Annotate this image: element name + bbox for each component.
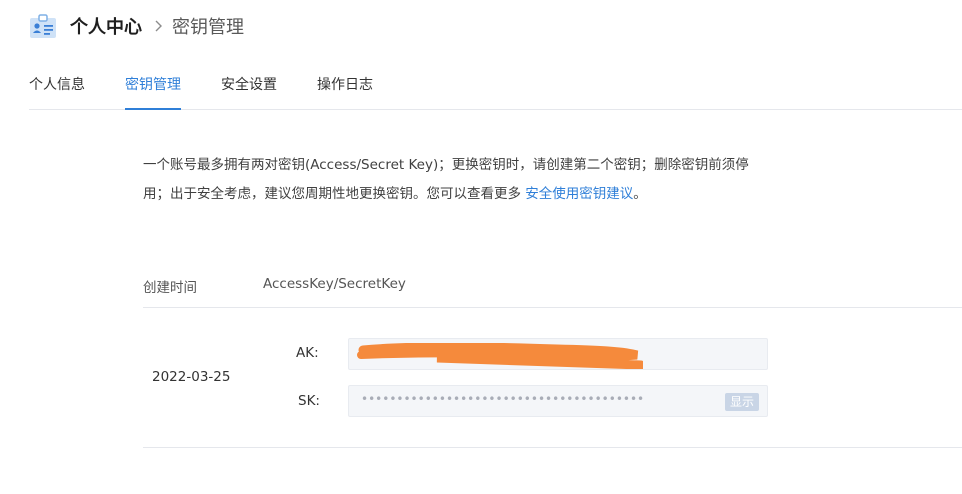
redaction-scribble (357, 343, 643, 369)
secret-key-field[interactable]: ••••••••••••••••••••••••••••••••••••••••… (348, 385, 768, 417)
access-key-field[interactable]: Sh NUTYk E (348, 338, 768, 370)
tab-security-settings[interactable]: 安全设置 (221, 74, 277, 110)
sk-label: SK: (298, 393, 320, 409)
tab-operation-log[interactable]: 操作日志 (317, 74, 373, 110)
tab-key-management[interactable]: 密钥管理 (125, 74, 181, 110)
description-end: 。 (633, 186, 647, 202)
page-title: 个人中心 (70, 17, 142, 38)
column-header-created: 创建时间 (143, 280, 197, 296)
tab-bar: 个人信息 密钥管理 安全设置 操作日志 (29, 60, 962, 110)
table-row: 2022-03-25 AK: Sh NUTYk E SK: ••••••••••… (143, 308, 962, 448)
key-table-header: 创建时间 AccessKey/SecretKey (143, 270, 962, 308)
secret-key-masked-value: •••••••••••••••••••••••••••••••••••••••• (361, 392, 645, 406)
breadcrumb-current: 密钥管理 (172, 17, 244, 38)
key-policy-description: 一个账号最多拥有两对密钥(Access/Secret Key)；更换密钥时，请创… (143, 151, 783, 209)
column-header-keys: AccessKey/SecretKey (263, 276, 406, 292)
ak-label: AK: (296, 345, 319, 361)
created-date: 2022-03-25 (152, 369, 231, 385)
page-header: 个人中心 密钥管理 (29, 11, 244, 41)
show-secret-key-button[interactable]: 显示 (724, 393, 759, 411)
tab-personal-info[interactable]: 个人信息 (29, 74, 85, 110)
key-security-advice-link[interactable]: 安全使用密钥建议 (525, 186, 633, 202)
id-card-icon (30, 13, 56, 38)
description-line-2: 用；出于安全考虑，建议您周期性地更换密钥。您可以查看更多 (143, 186, 526, 202)
chevron-right-icon (155, 20, 162, 32)
description-line-1: 一个账号最多拥有两对密钥(Access/Secret Key)；更换密钥时，请创… (143, 157, 749, 173)
